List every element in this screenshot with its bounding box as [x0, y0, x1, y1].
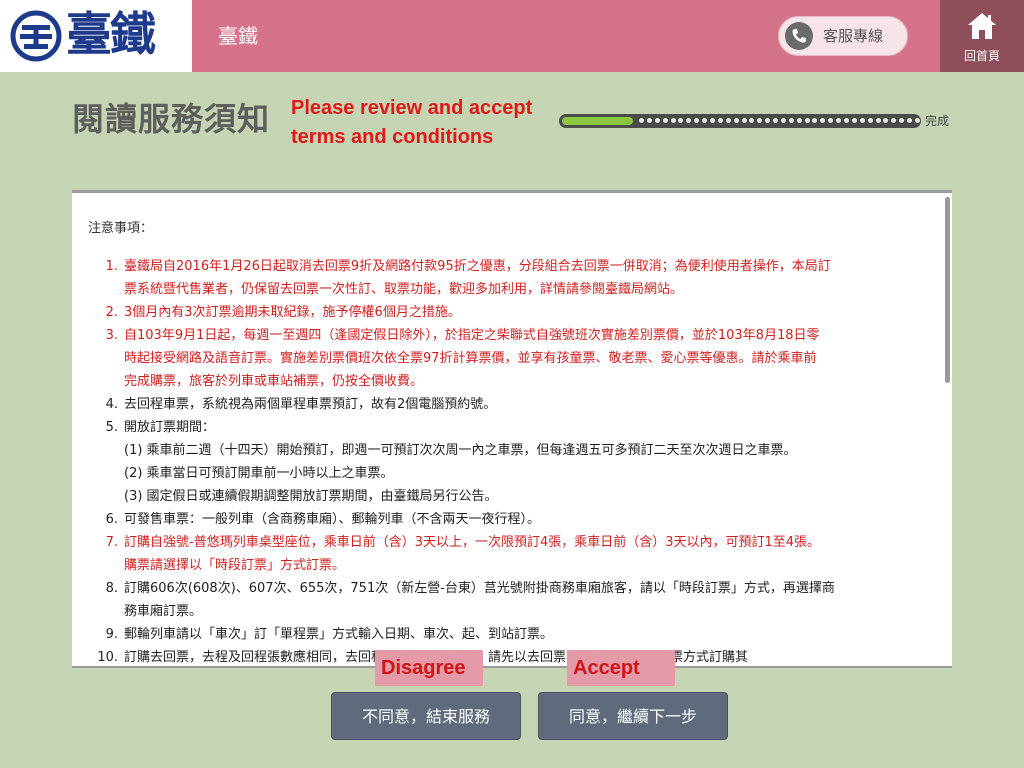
notice-item-number: 7.	[105, 535, 118, 550]
notice-item-number: 8.	[105, 581, 118, 596]
notice-item-text: 去回程車票，系統視為兩個單程車票預訂，故有2個電腦預約號。	[124, 397, 497, 412]
progress-dot	[860, 118, 865, 123]
progress-dot	[694, 118, 699, 123]
progress-dot	[907, 118, 912, 123]
progress-dot	[781, 118, 786, 123]
notice-item-text: 時起接受網路及語音訂票。實施差別票價班次依全票97折計算票價，並享有孩童票、敬老…	[124, 351, 817, 366]
header-title: 臺鐵	[218, 24, 258, 48]
notice-item-number: 5.	[105, 420, 118, 435]
customer-service-label: 客服專線	[823, 27, 884, 45]
notice-item-number: 1.	[105, 259, 118, 274]
annotation-accept: Accept	[567, 650, 675, 686]
notice-item-text: 自103年9月1日起，每週一至週四（逢國定假日除外），於指定之柴聯式自強號班次實…	[124, 328, 820, 343]
notice-item: 1. 臺鐵局自2016年1月26日起取消去回票9折及網路付款95折之優惠，分段組合…	[88, 255, 934, 301]
progress-dot	[678, 118, 683, 123]
progress-dot	[765, 118, 770, 123]
customer-service-button[interactable]: 客服專線	[778, 16, 908, 56]
progress-dot	[789, 118, 794, 123]
notice-item-number: 2.	[105, 305, 118, 320]
progress-dot	[868, 118, 873, 123]
progress-dot	[797, 118, 802, 123]
progress-dot	[883, 118, 888, 123]
notice-item-number: 10.	[97, 650, 118, 665]
progress-dot	[742, 118, 747, 123]
home-icon	[968, 13, 996, 39]
annotation-title: Please review and accept terms and condi…	[291, 97, 533, 148]
home-button[interactable]: 回首頁	[940, 0, 1024, 72]
notice-item: 10. 訂購去回票，去程及回程張數應相同，去回程張數不一致行程，請先以去回票訂票後…	[88, 646, 934, 666]
progress-dot	[828, 118, 833, 123]
progress-dot	[702, 118, 707, 123]
notice-item-text: 訂購606次(608次)、607次、655次，751次（新左營-台東）莒光號附掛…	[124, 581, 835, 596]
phone-icon	[785, 22, 813, 50]
notice-item: 6. 可發售車票：一般列車（含商務車廂）、郵輪列車（不含兩天一夜行程）。	[88, 508, 934, 531]
progress-fill	[562, 117, 633, 125]
terms-panel[interactable]: 注意事項： 1. 臺鐵局自2016年1月26日起取消去回票9折及網路付款95折之優…	[72, 190, 952, 668]
notice-item: 8. 訂購606次(608次)、607次、655次，751次（新左營-台東）莒光號…	[88, 577, 934, 623]
notice-item-text: 郵輪列車請以「車次」訂「單程票」方式輸入日期、車次、起、到站訂票。	[124, 627, 554, 642]
notice-item-text: 可發售車票：一般列車（含商務車廂）、郵輪列車（不含兩天一夜行程）。	[124, 512, 541, 527]
progress-dot	[686, 118, 691, 123]
progress-dots	[639, 118, 920, 124]
progress-dot	[749, 118, 754, 123]
notice-item-number: 3.	[105, 328, 118, 343]
progress-dot	[852, 118, 857, 123]
scrollbar[interactable]	[945, 197, 950, 383]
progress-dot	[647, 118, 652, 123]
page-title: 閱讀服務須知	[72, 100, 271, 138]
logo[interactable]: 臺鐵	[0, 0, 192, 72]
progress-dot	[655, 118, 660, 123]
notice-item-text: 訂購自強號-普悠瑪列車桌型座位，乘車日前（含）3天以上，一次限預訂4張，乘車日前…	[124, 535, 821, 550]
progress-bar	[559, 114, 921, 128]
progress-label: 完成	[925, 114, 950, 128]
progress-dot	[773, 118, 778, 123]
notice-item-text: (2) 乘車當日可預訂開車前一小時以上之車票。	[124, 466, 394, 481]
notice-item: 7. 訂購自強號-普悠瑪列車桌型座位，乘車日前（含）3天以上，一次限預訂4張，乘車…	[88, 531, 934, 577]
progress-dot	[844, 118, 849, 123]
annotation-disagree: Disagree	[375, 650, 483, 686]
progress-dot	[876, 118, 881, 123]
progress-dot	[836, 118, 841, 123]
progress-dot	[710, 118, 715, 123]
notice-item: 9. 郵輪列車請以「車次」訂「單程票」方式輸入日期、車次、起、到站訂票。	[88, 623, 934, 646]
progress-dot	[805, 118, 810, 123]
progress-dot	[915, 118, 920, 123]
progress-dot	[639, 118, 644, 123]
notice-item-text: 購票請選擇以「時段訂票」方式訂票。	[124, 558, 346, 573]
progress-dot	[734, 118, 739, 123]
logo-text: 臺鐵	[66, 7, 156, 61]
disagree-button[interactable]: 不同意，結束服務	[331, 692, 521, 740]
tra-logo-icon	[10, 10, 62, 62]
notice-item: 3. 自103年9月1日起，每週一至週四（逢國定假日除外），於指定之柴聯式自強號班…	[88, 324, 934, 393]
notice-item-text: 臺鐵局自2016年1月26日起取消去回票9折及網路付款95折之優惠，分段組合去回…	[124, 259, 831, 274]
notice-item-text: 票系統暨代售業者，仍保留去回票一次性訂、取票功能，歡迎多加利用，詳情請參閱臺鐵局…	[124, 282, 684, 297]
notice-list: 1. 臺鐵局自2016年1月26日起取消去回票9折及網路付款95折之優惠，分段組合…	[88, 255, 934, 666]
accept-button[interactable]: 同意，繼續下一步	[538, 692, 728, 740]
progress-dot	[757, 118, 762, 123]
progress-dot	[718, 118, 723, 123]
notice-item-text: (3) 國定假日或連續假期調整開放訂票期間，由臺鐵局另行公告。	[124, 489, 498, 504]
notice-item-text: 完成購票，旅客於列車或車站補票，仍按全價收費。	[124, 374, 424, 389]
notice-item-number: 9.	[105, 627, 118, 642]
header-bar: 臺鐵 臺鐵 客服專線 回首頁	[0, 0, 1024, 72]
notice-item-number: 4.	[105, 397, 118, 412]
progress-dot	[663, 118, 668, 123]
notice-item: 4. 去回程車票，系統視為兩個單程車票預訂，故有2個電腦預約號。	[88, 393, 934, 416]
notice-item-text: (1) 乘車前二週（十四天）開始預訂，即週一可預訂次次周一內之車票，但每逢週五可…	[124, 443, 797, 458]
notice-item-text: 3個月內有3次訂票逾期未取紀錄，施予停權6個月之措施。	[124, 305, 461, 320]
progress-dot	[899, 118, 904, 123]
notice-item-text: 訂購去回票，去程及回程張數應相同，去回程張數不一致行程，請先以去回票訂票後，再以…	[124, 646, 934, 666]
notice-item: 5. 開放訂票期間： (1) 乘車前二週（十四天）開始預訂，即週一可預訂次次周一內之…	[88, 416, 934, 508]
notice-item-text: 開放訂票期間：	[124, 420, 216, 435]
notice-heading: 注意事項：	[88, 221, 154, 236]
notice-item-number: 6.	[105, 512, 118, 527]
progress-dot	[891, 118, 896, 123]
progress-dot	[671, 118, 676, 123]
progress-dot	[820, 118, 825, 123]
home-label: 回首頁	[963, 49, 1000, 63]
notice-item-text: 務車廂訂票。	[124, 604, 203, 619]
notice-item: 2. 3個月內有3次訂票逾期未取紀錄，施予停權6個月之措施。	[88, 301, 934, 324]
progress-dot	[812, 118, 817, 123]
progress-dot	[726, 118, 731, 123]
